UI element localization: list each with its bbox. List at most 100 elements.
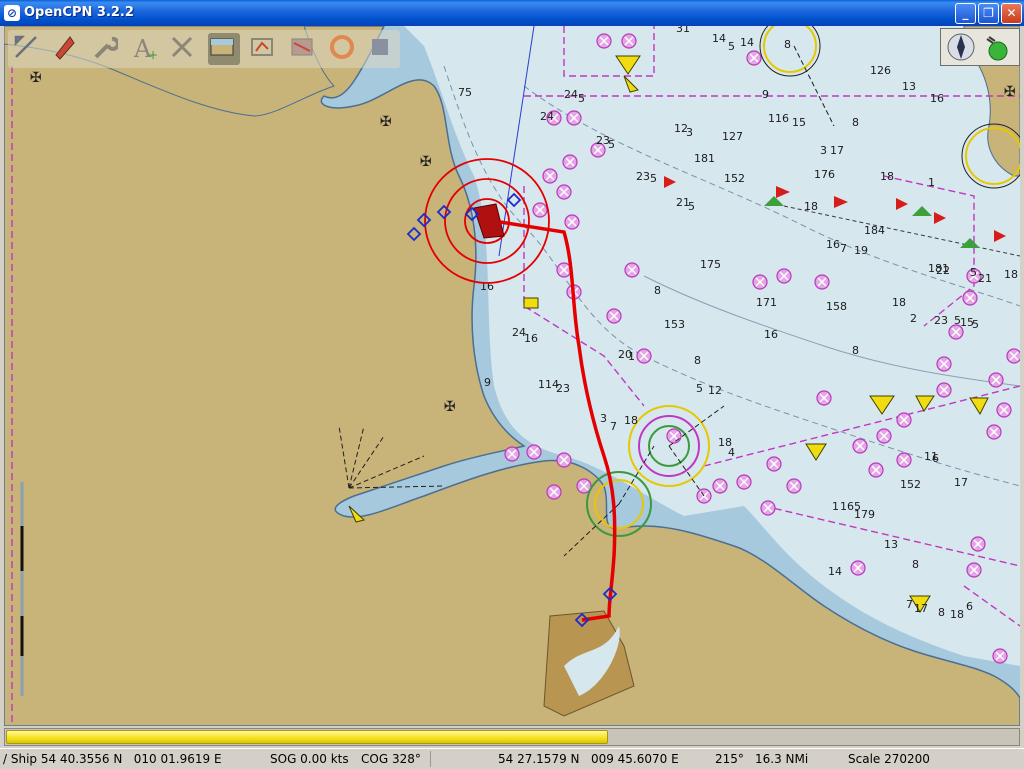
svg-text:17: 17 — [914, 602, 928, 615]
svg-text:14: 14 — [712, 32, 726, 45]
progress-fill — [6, 730, 608, 744]
svg-text:153: 153 — [664, 318, 685, 331]
nautical-chart[interactable]: ✠ ✠ ✠ ✠ ✠ 31145 14 8126131675 24 5242351… — [4, 26, 1020, 726]
svg-text:8: 8 — [654, 284, 661, 297]
chart-canvas[interactable]: ✠ ✠ ✠ ✠ ✠ 31 14 5 14 8 126 13 16 75 24 5… — [4, 26, 1020, 726]
course-over-ground: COG 328° — [361, 752, 421, 766]
svg-text:158: 158 — [826, 300, 847, 313]
opencpn-app-icon[interactable]: ⊘ — [4, 5, 20, 21]
svg-text:13: 13 — [902, 80, 916, 93]
svg-text:8: 8 — [852, 344, 859, 357]
svg-text:23: 23 — [636, 170, 650, 183]
chart-layer-icon — [210, 38, 234, 56]
ship-icon — [55, 36, 75, 60]
svg-text:2: 2 — [910, 312, 917, 325]
zoom-tool-icon — [14, 35, 37, 58]
svg-text:116: 116 — [768, 112, 789, 125]
svg-text:181: 181 — [694, 152, 715, 165]
svg-text:1: 1 — [928, 176, 935, 189]
ship-button[interactable] — [50, 33, 82, 65]
chart-layer-button[interactable] — [208, 33, 240, 65]
lifebuoy-button[interactable] — [328, 33, 360, 65]
svg-text:31: 31 — [676, 26, 690, 35]
svg-text:18: 18 — [804, 200, 818, 213]
text-a-icon: A+ — [133, 35, 158, 61]
svg-text:16: 16 — [764, 328, 778, 341]
chart-scale: Scale 270200 — [848, 752, 930, 766]
maximize-button[interactable]: ❐ — [978, 3, 999, 24]
svg-text:18: 18 — [624, 414, 638, 427]
svg-text:8: 8 — [694, 354, 701, 367]
svg-text:175: 175 — [700, 258, 721, 271]
svg-text:15: 15 — [792, 116, 806, 129]
app-window: ⊘ OpenCPN 3.2.2 _ ❐ ✕ ✠ ✠ ✠ ✠ ✠ 31 14 5 … — [0, 0, 1024, 769]
cursor-bearing: 215° — [715, 752, 744, 766]
svg-text:17: 17 — [954, 476, 968, 489]
cursor-distance: 16.3 NMi — [755, 752, 809, 766]
speed-over-ground: SOG 0.00 kts — [270, 752, 349, 766]
title-bar[interactable]: ⊘ OpenCPN 3.2.2 _ ❐ ✕ — [0, 0, 1024, 26]
svg-text:13: 13 — [884, 538, 898, 551]
settings-button[interactable] — [90, 33, 122, 65]
svg-text:3: 3 — [820, 144, 827, 157]
svg-text:3: 3 — [600, 412, 607, 425]
svg-text:1: 1 — [628, 350, 635, 363]
tide-current-button[interactable] — [288, 33, 320, 65]
zoom-tool-button[interactable] — [12, 33, 44, 65]
svg-text:18: 18 — [880, 170, 894, 183]
help-button[interactable] — [366, 33, 398, 65]
text-tool-button[interactable]: A + — [130, 33, 162, 65]
svg-text:179: 179 — [854, 508, 875, 521]
svg-text:16: 16 — [826, 238, 840, 251]
svg-text:14: 14 — [740, 36, 754, 49]
svg-text:✠: ✠ — [1004, 84, 1016, 100]
svg-text:126: 126 — [870, 64, 891, 77]
svg-text:5: 5 — [688, 200, 695, 213]
svg-text:3: 3 — [686, 126, 693, 139]
svg-text:18: 18 — [950, 608, 964, 621]
main-toolbar: A + — [8, 30, 400, 68]
svg-text:5: 5 — [728, 40, 735, 53]
svg-text:152: 152 — [724, 172, 745, 185]
svg-text:5: 5 — [608, 138, 615, 151]
svg-text:21: 21 — [978, 272, 992, 285]
status-bar: / Ship 54 40.3556 N 010 01.9619 E SOG 0.… — [0, 748, 1024, 769]
wrench-settings-icon — [94, 36, 118, 59]
svg-text:14: 14 — [828, 565, 842, 578]
svg-text:75: 75 — [458, 86, 472, 99]
svg-text:16: 16 — [524, 332, 538, 345]
svg-text:16: 16 — [930, 92, 944, 105]
svg-text:7: 7 — [906, 598, 913, 611]
svg-text:18: 18 — [892, 296, 906, 309]
svg-text:18: 18 — [1004, 268, 1018, 281]
svg-text:24: 24 — [564, 88, 578, 101]
svg-text:✠: ✠ — [444, 399, 456, 415]
close-button[interactable]: ✕ — [1001, 3, 1022, 24]
window-title: OpenCPN 3.2.2 — [24, 5, 134, 20]
progress-row — [0, 726, 1024, 748]
svg-text:7: 7 — [840, 242, 847, 255]
svg-text:5: 5 — [578, 92, 585, 105]
svg-text:8: 8 — [852, 116, 859, 129]
gps-ok-icon — [988, 41, 1008, 61]
route-delete-button[interactable] — [168, 33, 200, 65]
svg-text:127: 127 — [722, 130, 743, 143]
minimize-button[interactable]: _ — [955, 3, 976, 24]
svg-text:23: 23 — [556, 382, 570, 395]
svg-text:8: 8 — [938, 606, 945, 619]
ship-position: / Ship 54 40.3556 N 010 01.9619 E — [3, 752, 222, 766]
svg-text:184: 184 — [864, 224, 885, 237]
svg-text:22: 22 — [936, 264, 950, 277]
svg-text:5: 5 — [650, 172, 657, 185]
svg-text:4: 4 — [728, 446, 735, 459]
svg-text:152: 152 — [900, 478, 921, 491]
svg-text:1: 1 — [832, 500, 839, 513]
svg-text:9: 9 — [762, 88, 769, 101]
svg-text:5: 5 — [972, 318, 979, 331]
svg-text:9: 9 — [484, 376, 491, 389]
svg-text:5: 5 — [970, 266, 977, 279]
compass-panel[interactable] — [940, 28, 1020, 66]
waypoint-table-button[interactable] — [248, 33, 280, 65]
svg-text:7: 7 — [610, 420, 617, 433]
waypoint-table-icon — [251, 38, 273, 56]
